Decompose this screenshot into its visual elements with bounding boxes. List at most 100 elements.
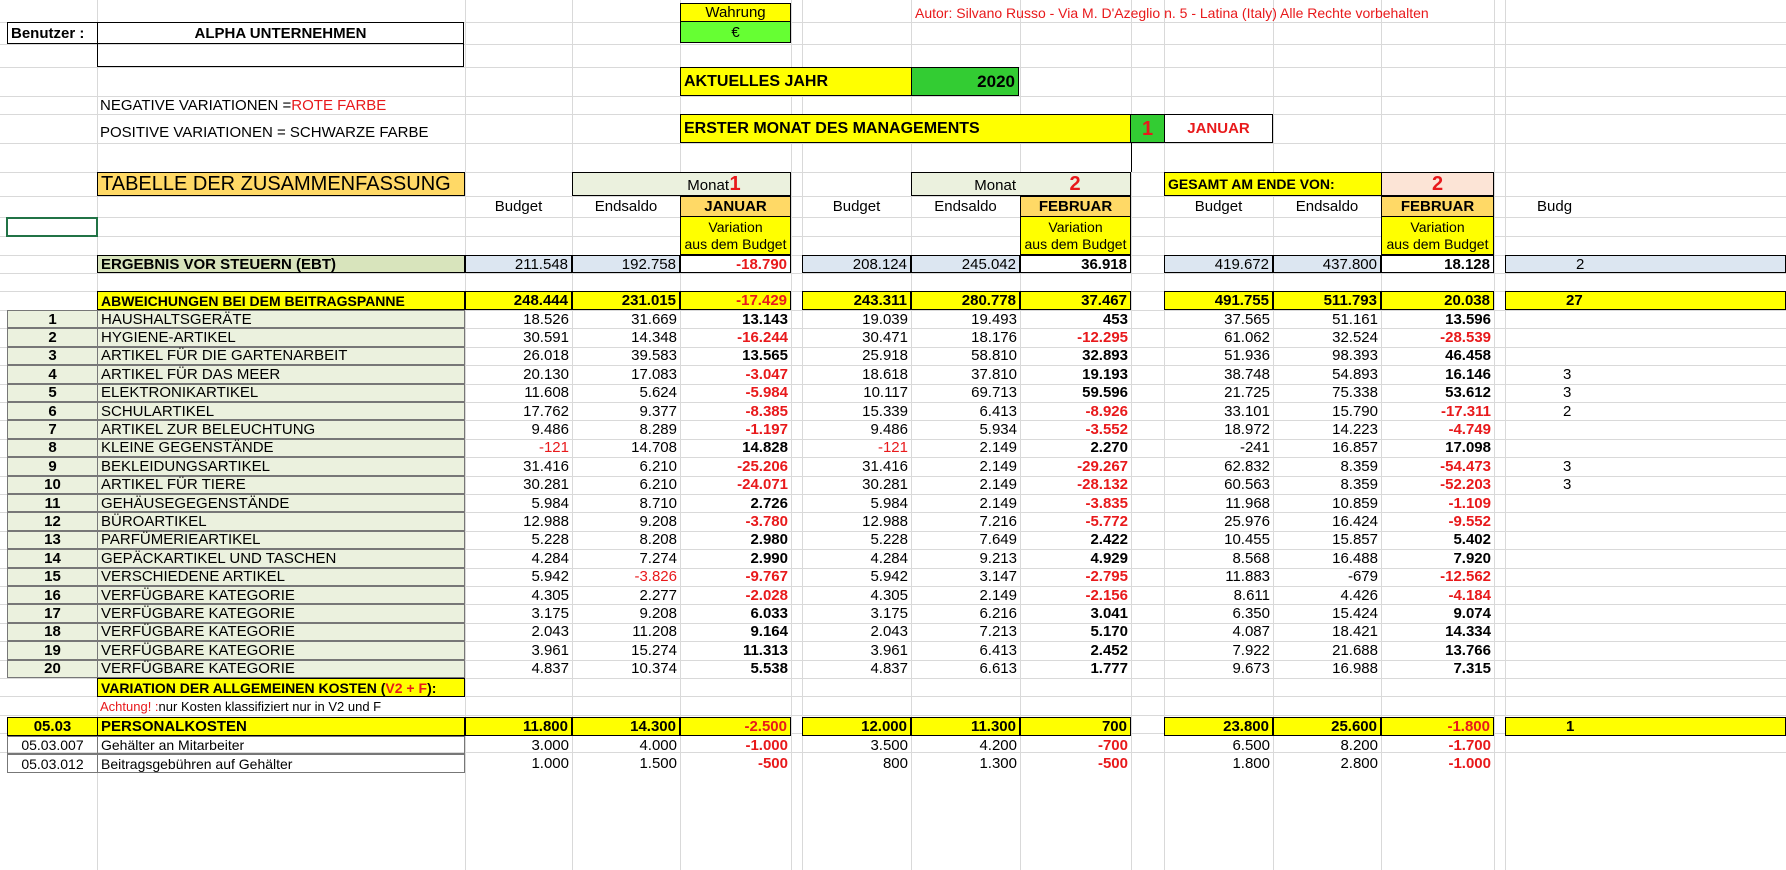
row-value: 13.565 (742, 347, 788, 365)
row-category-label[interactable]: ARTIKEL FÜR DAS MEER (97, 365, 465, 384)
personnel-code: 05.03 (7, 717, 98, 736)
row-value: 8.359 (1340, 476, 1378, 494)
col-header-endsaldo: Endsaldo (1295, 198, 1359, 215)
personnel-value: 14.300 (572, 717, 680, 736)
month-label-1: Monat (687, 176, 729, 194)
row-category-label[interactable]: ARTIKEL ZUR BELEUCHTUNG (97, 420, 465, 439)
row-category-label[interactable]: HAUSHALTSGERÄTE (97, 310, 465, 329)
row-value: 4.426 (1340, 586, 1378, 604)
row-value: 2.043 (531, 623, 569, 641)
row-value: 15.274 (631, 641, 677, 659)
row-value: 30.281 (862, 476, 908, 494)
row-category-label[interactable]: ARTIKEL FÜR DIE GARTENARBEIT (97, 346, 465, 366)
row-value: 9.074 (1453, 605, 1491, 623)
row-category-label[interactable]: BEKLEIDUNGSARTIKEL (97, 457, 465, 476)
margin-value: 20.038 (1381, 291, 1494, 310)
row-category-label[interactable]: VERSCHIEDENE ARTIKEL (97, 567, 465, 586)
row-next-partial: 3 (1563, 476, 1572, 494)
first-month-label: ERSTER MONAT DES MANAGEMENTS (680, 114, 1131, 143)
row-value: 30.471 (862, 329, 908, 347)
row-category-label[interactable]: HYGIENE-ARTIKEL (97, 328, 465, 347)
row-number: 8 (7, 438, 98, 458)
row-value: 2.726 (750, 494, 788, 512)
row-category-label[interactable]: VERFÜGBARE KATEGORIE (97, 641, 465, 660)
row-value: 5.538 (750, 660, 788, 678)
row-value: -2.028 (745, 586, 788, 604)
negative-variation-note: NEGATIVE VARIATIONEN = ROTE FARBE (97, 96, 477, 114)
row-category-label[interactable]: BÜROARTIKEL (97, 512, 465, 531)
general-costs-text: ): (427, 679, 437, 696)
row-value: 7.216 (979, 513, 1017, 531)
row-value: -3.047 (745, 365, 788, 383)
row-value: 46.458 (1445, 347, 1491, 365)
row-value: 9.486 (870, 421, 908, 439)
row-value: -121 (877, 439, 908, 457)
row-value: -1.109 (1448, 494, 1491, 512)
row-value: 17.083 (631, 365, 677, 383)
variation-line-2: aus dem Budget (684, 235, 787, 252)
col-header-endsaldo: Endsaldo (934, 198, 997, 215)
row-value: 7.920 (1453, 549, 1491, 567)
subrow-label[interactable]: Beitragsgebühren auf Gehälter (97, 754, 465, 773)
personnel-value: -2.500 (680, 717, 791, 736)
current-year-value[interactable]: 2020 (911, 67, 1019, 96)
row-value: 21.688 (1332, 641, 1378, 659)
first-month-number[interactable]: 1 (1130, 114, 1165, 143)
row-value: 4.929 (1090, 549, 1128, 567)
currency-label: Wahrung (680, 3, 791, 22)
positive-variation-note: POSITIVE VARIATIONEN = SCHWARZE FARBE (100, 123, 429, 141)
row-number: 18 (7, 622, 98, 642)
row-value: 6.350 (1232, 605, 1270, 623)
row-value: 6.613 (979, 660, 1017, 678)
subrow-label[interactable]: Gehälter an Mitarbeiter (97, 736, 465, 755)
row-category-label[interactable]: VERFÜGBARE KATEGORIE (97, 622, 465, 642)
row-category-label[interactable]: SCHULARTIKEL (97, 402, 465, 421)
row-number: 14 (7, 549, 98, 568)
warning-text: Achtung! : (100, 698, 159, 714)
row-number: 11 (7, 494, 98, 513)
row-category-label[interactable]: PARFÜMERIEARTIKEL (97, 530, 465, 550)
ebt-value: 208.124 (802, 255, 911, 273)
row-value: -5.772 (1085, 513, 1128, 531)
spreadsheet[interactable]: Benutzer : ALPHA UNTERNEHMEN Wahrung € A… (0, 0, 1786, 870)
row-value: 18.618 (862, 365, 908, 383)
row-value: -8.926 (1085, 402, 1128, 420)
row-value: 5.402 (1453, 531, 1491, 549)
row-value: 5.228 (870, 531, 908, 549)
row-value: 2.149 (979, 494, 1017, 512)
row-value: 6.413 (979, 402, 1017, 420)
row-value: 9.673 (1232, 660, 1270, 678)
row-value: -2.795 (1085, 568, 1128, 586)
row-next-partial: 3 (1563, 457, 1572, 475)
company-subline-cell[interactable] (97, 43, 464, 67)
row-value: 31.416 (862, 457, 908, 475)
row-category-label[interactable]: GEPÄCKARTIKEL UND TASCHEN (97, 549, 465, 568)
row-category-label[interactable]: VERFÜGBARE KATEGORIE (97, 659, 465, 678)
row-value: 11.313 (742, 641, 788, 659)
row-value: 4.837 (531, 660, 569, 678)
row-category-label[interactable]: VERFÜGBARE KATEGORIE (97, 604, 465, 623)
row-number: 2 (7, 328, 98, 347)
currency-value[interactable]: € (680, 21, 791, 43)
company-name[interactable]: ALPHA UNTERNEHMEN (97, 22, 464, 44)
row-value: -2.156 (1085, 586, 1128, 604)
row-value: 12.988 (862, 513, 908, 531)
row-category-label[interactable]: ARTIKEL FÜR TIERE (97, 475, 465, 494)
row-value: 9.213 (979, 549, 1017, 567)
row-category-label[interactable]: ELEKTRONIKARTIKEL (97, 383, 465, 402)
row-number: 12 (7, 512, 98, 531)
row-value: 453 (1102, 310, 1128, 328)
row-category-label[interactable]: GEHÄUSEGEGENSTÄNDE (97, 494, 465, 513)
row-value: 19.039 (862, 310, 908, 328)
row-value: 7.922 (1232, 641, 1270, 659)
row-value: 7.649 (979, 531, 1017, 549)
row-number: 17 (7, 604, 98, 623)
selected-cell-cursor[interactable] (6, 217, 98, 237)
row-value: 10.374 (631, 660, 677, 678)
row-category-label[interactable]: VERFÜGBARE KATEGORIE (97, 586, 465, 605)
row-value: 10.455 (1224, 531, 1270, 549)
row-number: 15 (7, 567, 98, 586)
ebt-value: 419.672 (1164, 255, 1273, 273)
row-category-label[interactable]: KLEINE GEGENSTÄNDE (97, 438, 465, 458)
subrow-value: 2.800 (1340, 755, 1378, 773)
